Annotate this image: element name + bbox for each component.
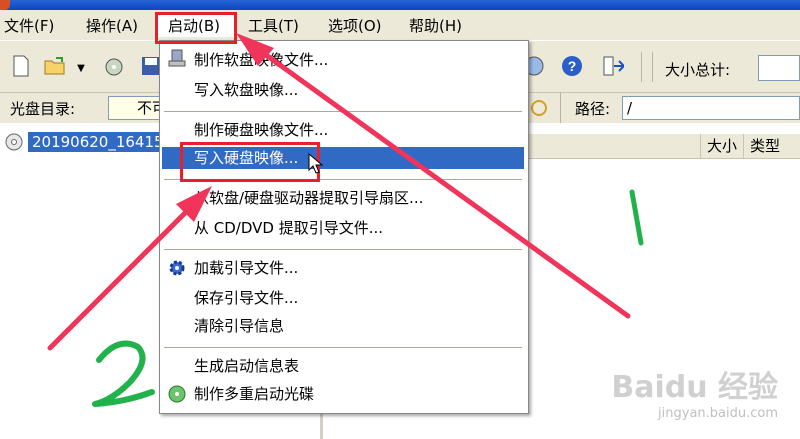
highlight-box-write-hdd-image <box>180 142 320 182</box>
app-icon <box>0 0 10 10</box>
menu-separator <box>164 249 522 250</box>
watermark-url: jingyan.baidu.com <box>658 406 778 421</box>
size-total-label: 大小总计: <box>665 61 731 79</box>
boot-dropdown-menu: 制作软盘映像文件... 写入软盘映像... 制作硬盘映像文件... 写入硬盘映像… <box>159 40 529 414</box>
menu-item-clear-boot-info[interactable]: 清除引导信息 <box>194 315 284 337</box>
disc-dir-label: 光盘目录: <box>10 100 76 118</box>
watermark-logo: Baidu 经验 <box>611 370 778 405</box>
menu-item-write-floppy-image[interactable]: 写入软盘映像... <box>194 79 298 101</box>
menu-item-make-hdd-image[interactable]: 制作硬盘映像文件... <box>194 119 328 141</box>
refresh-icon[interactable] <box>528 97 550 119</box>
gear-icon <box>168 259 186 277</box>
menu-options[interactable]: 选项(O) <box>328 15 382 37</box>
column-header-size[interactable]: 大小 <box>699 134 743 158</box>
menu-separator <box>164 111 522 112</box>
menu-tools[interactable]: 工具(T) <box>248 15 299 37</box>
menu-file[interactable]: 文件(F) <box>4 15 54 37</box>
menu-item-make-floppy-image[interactable]: 制作软盘映像文件... <box>194 49 328 71</box>
new-file-icon[interactable] <box>10 55 32 77</box>
disc-icon <box>4 132 24 152</box>
svg-text:?: ? <box>568 58 577 74</box>
open-folder-icon[interactable] <box>44 55 66 77</box>
menu-action[interactable]: 操作(A) <box>86 15 138 37</box>
path-field[interactable]: / <box>622 96 800 120</box>
title-bar <box>0 0 800 10</box>
baidu-watermark: Baidu 经验 jingyan.baidu.com <box>611 362 778 421</box>
exit-icon[interactable] <box>602 55 624 77</box>
menu-item-extract-boot-from-cd[interactable]: 从 CD/DVD 提取引导文件... <box>194 217 383 239</box>
help-icon[interactable]: ? <box>561 55 583 77</box>
path-label: 路径: <box>575 100 611 118</box>
toolbar-separator <box>641 52 642 82</box>
menu-item-make-multiboot-disc[interactable]: 制作多重启动光碟 <box>194 383 314 405</box>
tree-root-item[interactable]: 20190620_16415 <box>28 132 168 152</box>
addrbar-separator <box>560 93 561 123</box>
menu-bar: 文件(F) 操作(A) 启动(B) 工具(T) 选项(O) 帮助(H) <box>0 10 800 40</box>
disc-dir-field[interactable]: 不可 <box>108 96 160 120</box>
floppy-image-icon <box>168 49 186 67</box>
multiboot-disc-icon <box>168 385 186 403</box>
menu-item-save-boot-file[interactable]: 保存引导文件... <box>194 287 298 309</box>
toolbar-separator <box>652 52 653 82</box>
mouse-cursor-icon <box>308 152 324 175</box>
column-header-type[interactable]: 类型 <box>743 134 800 158</box>
open-dropdown-icon[interactable]: ▼ <box>70 57 92 79</box>
column-header-row: 大小 类型 <box>523 134 800 159</box>
menu-separator <box>164 347 522 348</box>
menu-item-extract-boot-sector[interactable]: 从软盘/硬盘驱动器提取引导扇区... <box>194 187 423 209</box>
menu-help[interactable]: 帮助(H) <box>409 15 462 37</box>
size-total-field <box>758 55 800 81</box>
menu-item-load-boot-file[interactable]: 加载引导文件... <box>194 257 298 279</box>
menu-item-generate-boot-info-table[interactable]: 生成启动信息表 <box>194 355 299 377</box>
highlight-box-boot-menu <box>155 12 237 44</box>
disc-extract-icon[interactable] <box>104 55 126 77</box>
